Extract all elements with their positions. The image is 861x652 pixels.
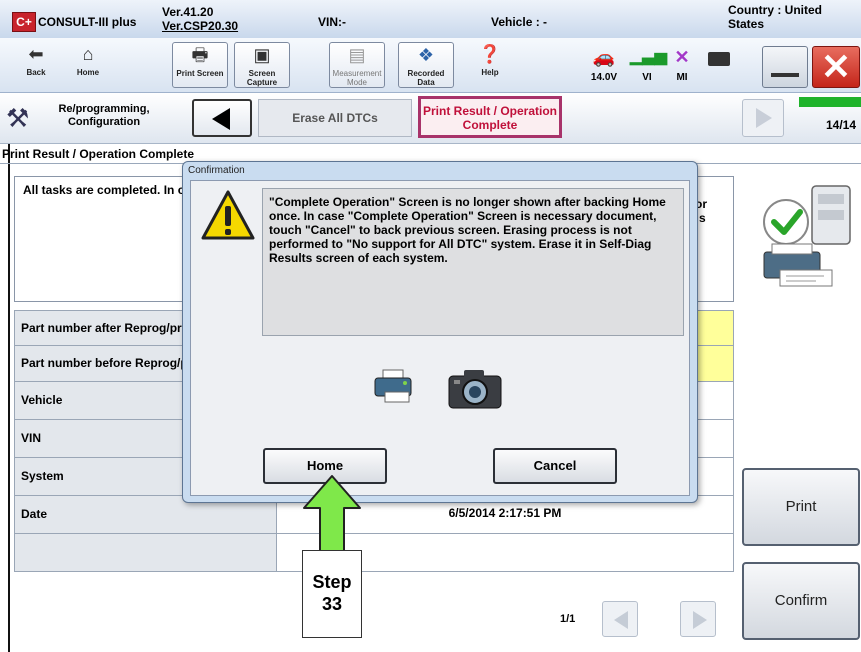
print-screen-button[interactable]: 🖶 Print Screen (172, 42, 228, 88)
help-button[interactable]: ❓ Help (462, 42, 518, 88)
recorded-data-icon: ❖ (417, 45, 435, 65)
step-arrow-icon (303, 475, 361, 553)
page-indicator: 1/1 (560, 613, 576, 625)
camera-icon (448, 370, 502, 409)
screen-capture-button[interactable]: ▣ Screen Capture (234, 42, 290, 88)
battery-voltage: 14.0V (590, 72, 618, 83)
print-complete-illustration (763, 185, 851, 287)
next-page-button[interactable] (680, 601, 716, 637)
dialog-title: Confirmation (188, 165, 245, 176)
reprogramming-label: Re/programming, Configuration (58, 103, 150, 128)
previous-page-button[interactable] (602, 601, 638, 637)
row-label (15, 534, 277, 571)
app-title: CONSULT-III plus (38, 15, 137, 29)
step-progress-bar (799, 97, 861, 107)
dialog-message: "Complete Operation" Screen is no longer… (262, 188, 684, 336)
warning-icon (201, 190, 255, 240)
signal-icon: ▁▃▅ (630, 48, 667, 65)
car-icon: 🚗 (592, 47, 616, 67)
home-button[interactable]: ⌂ Home (60, 42, 116, 88)
vi-indicator: ▁▃▅ VI (630, 46, 667, 83)
recorded-data-label: Recorded Data (407, 69, 445, 87)
version-secondary: Ver.CSP20.30 (162, 19, 239, 33)
measurement-mode-button[interactable]: ▤ Measurement Mode (329, 42, 385, 88)
printer-icon: 🖶 (191, 45, 209, 65)
home-icon: ⌂ (82, 44, 94, 64)
camera-icon: ▣ (253, 45, 271, 65)
mi-indicator: ✕ MI (665, 46, 699, 83)
right-arrow-icon (693, 611, 707, 629)
step-progress-fill (799, 97, 861, 107)
vi-label: VI (642, 72, 652, 83)
battery-indicator: 🚗 14.0V (581, 46, 627, 83)
vin-label: VIN:- (318, 15, 346, 29)
battery-icon (708, 52, 730, 66)
screen-capture-label: Screen Capture (246, 69, 278, 87)
measurement-mode-label: Measurement Mode (332, 69, 382, 87)
right-arrow-icon (756, 108, 772, 128)
back-button[interactable]: ⬅ Back (8, 42, 64, 88)
country-label: Country : United States (728, 3, 822, 31)
version-primary: Ver.41.20 (162, 5, 214, 19)
recorded-data-button[interactable]: ❖ Recorded Data (398, 42, 454, 88)
confirm-button[interactable]: Confirm (742, 562, 860, 640)
mi-label: MI (676, 72, 688, 83)
print-screen-label: Print Screen (176, 69, 224, 78)
left-arrow-icon (212, 108, 230, 130)
minimize-button[interactable] (762, 46, 808, 88)
close-button[interactable]: ✕ (812, 46, 860, 88)
help-button-label: Help (481, 68, 499, 77)
minimize-icon (771, 73, 799, 77)
help-icon: ❓ (478, 44, 502, 64)
page-title: Print Result / Operation Complete (2, 147, 195, 161)
close-icon: ✕ (820, 46, 852, 87)
next-step-button[interactable] (742, 99, 784, 137)
back-arrow-icon: ⬅ (28, 44, 44, 64)
cancel-button[interactable]: Cancel (493, 448, 617, 484)
step-callout: Step 33 (302, 550, 362, 638)
previous-step-button[interactable] (192, 99, 252, 137)
mi-x-icon: ✕ (674, 47, 690, 67)
reprogramming-icon: ⚒ (6, 103, 30, 133)
table-row (14, 534, 734, 572)
home-button-label: Home (76, 68, 100, 77)
step-progress-count: 14/14 (825, 118, 856, 132)
breadcrumb-erase-all-dtcs: Erase All DTCs (258, 99, 412, 137)
app-logo: C+ (12, 12, 36, 32)
back-button-label: Back (26, 68, 46, 77)
step-label: Step 33 (312, 572, 352, 614)
vehicle-label: Vehicle : - (491, 15, 548, 29)
measurement-icon: ▤ (348, 45, 366, 65)
left-arrow-icon (614, 611, 628, 629)
printer-icon (374, 369, 412, 403)
message-fragment-s: s (699, 211, 706, 225)
breadcrumb-print-result: Print Result / Operation Complete (418, 96, 562, 138)
print-button[interactable]: Print (742, 468, 860, 546)
